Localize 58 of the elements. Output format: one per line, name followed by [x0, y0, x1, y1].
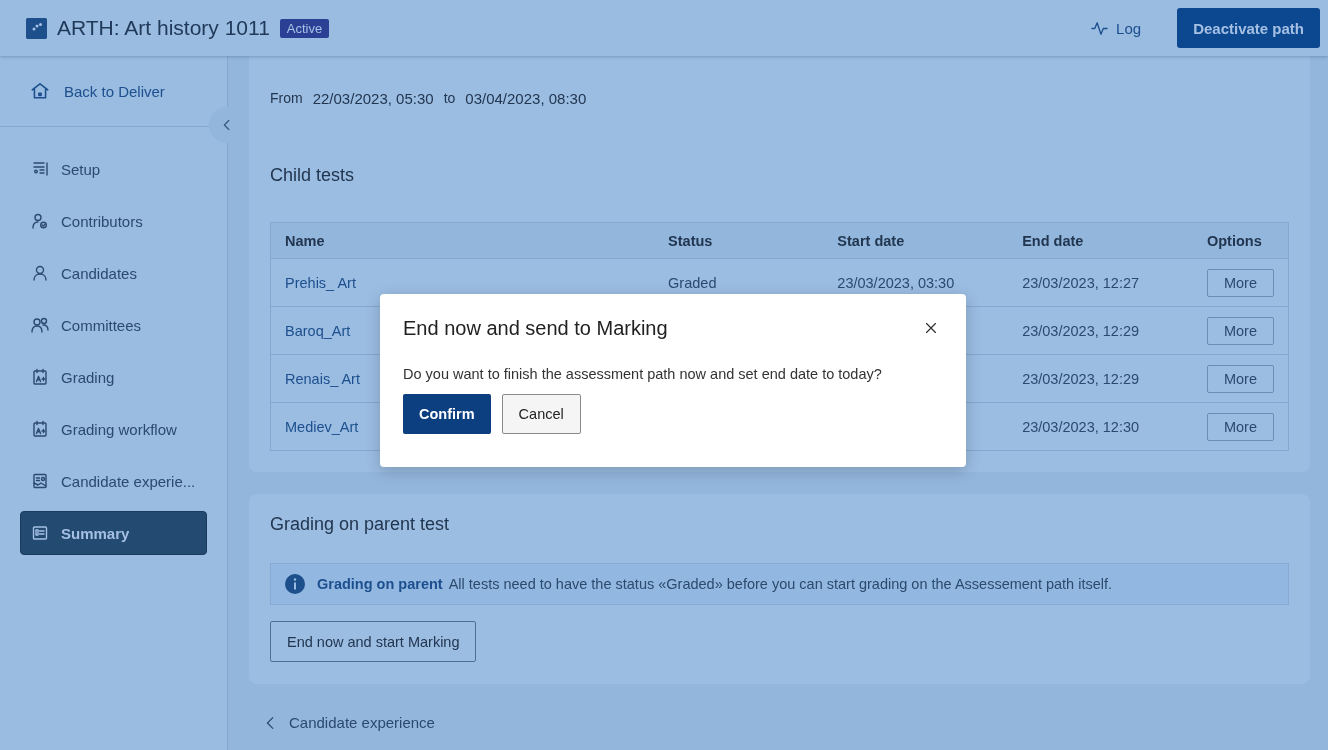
sidebar-item[interactable]: Contributors — [20, 199, 207, 243]
person-check-icon — [31, 212, 49, 230]
page-title: ARTH: Art history 1011 — [57, 16, 270, 40]
confirm-button[interactable]: Confirm — [403, 394, 491, 434]
picture-card-icon — [31, 472, 49, 490]
more-button[interactable]: More — [1206, 268, 1274, 297]
people-icon — [31, 316, 49, 334]
back-link[interactable]: Back to Deliver — [64, 82, 165, 100]
column-header: Name — [270, 222, 655, 259]
cancel-button[interactable]: Cancel — [501, 394, 581, 434]
status-badge: Active — [279, 18, 330, 38]
person-icon — [31, 264, 49, 282]
more-button[interactable]: More — [1206, 316, 1274, 345]
end-marking-button[interactable]: End now and start Marking — [270, 621, 477, 662]
test-link[interactable]: Renais_ Art — [285, 370, 360, 387]
test-link[interactable]: Prehis_ Art — [285, 274, 356, 291]
end-date: 23/03/2023, 12:29 — [1022, 322, 1140, 339]
start-date: 23/03/2023, 03:30 — [837, 274, 955, 291]
end-date: 23/03/2023, 12:27 — [1022, 274, 1140, 291]
column-header: Status — [654, 222, 824, 259]
sidebar-item[interactable]: Committees — [20, 303, 207, 347]
list-icon — [31, 160, 49, 178]
summary-card-icon — [31, 524, 49, 542]
sidebar-item[interactable]: Grading workflow — [20, 407, 207, 451]
sidebar-item[interactable]: Grading — [20, 355, 207, 399]
dialog-title: End now and send to Marking — [403, 316, 668, 340]
sidebar-item[interactable]: Summary — [20, 511, 207, 555]
activity-icon — [1091, 19, 1109, 37]
section-title: Child tests — [270, 165, 356, 186]
column-header: End date — [1008, 222, 1193, 259]
logo-icon — [26, 17, 47, 39]
grade-calendar-icon — [31, 368, 49, 386]
column-header: Options — [1192, 222, 1289, 259]
dialog-message: Do you want to finish the assessment path now and set end date to today? — [403, 366, 883, 382]
grade-calendar-icon — [31, 420, 49, 438]
to-label: to — [443, 90, 456, 107]
column-header: Start date — [823, 222, 1009, 259]
home-icon — [30, 81, 50, 101]
test-link[interactable]: Mediev_Art — [285, 418, 359, 435]
from-label: From — [270, 90, 303, 107]
end-date: 23/03/2023, 12:30 — [1022, 418, 1140, 435]
status-text: Graded — [668, 274, 717, 291]
test-link[interactable]: Baroq_Art — [285, 322, 351, 339]
sidebar-item[interactable]: Setup — [20, 147, 207, 191]
more-button[interactable]: More — [1206, 412, 1274, 441]
close-icon — [923, 320, 939, 336]
sidebar-item[interactable]: Candidate experie... — [20, 459, 207, 503]
end-date: 23/03/2023, 12:29 — [1022, 370, 1140, 387]
end-datetime: 03/04/2023, 08:30 — [465, 90, 587, 107]
sidebar-item[interactable]: Candidates — [20, 251, 207, 295]
start-datetime: 22/03/2023, 05:30 — [312, 90, 434, 107]
info-message: Grading on parent All tests need to have the status «Graded» before you can start grading on the Assessement path itself. — [317, 576, 1113, 592]
log-button[interactable]: Log — [1085, 18, 1148, 38]
section-title: Grading on parent test — [270, 514, 451, 535]
deactivate-button[interactable]: Deactivate path — [1177, 8, 1320, 48]
info-icon — [285, 574, 305, 594]
more-button[interactable]: More — [1206, 364, 1274, 393]
previous-link[interactable]: Candidate experience — [249, 714, 449, 731]
